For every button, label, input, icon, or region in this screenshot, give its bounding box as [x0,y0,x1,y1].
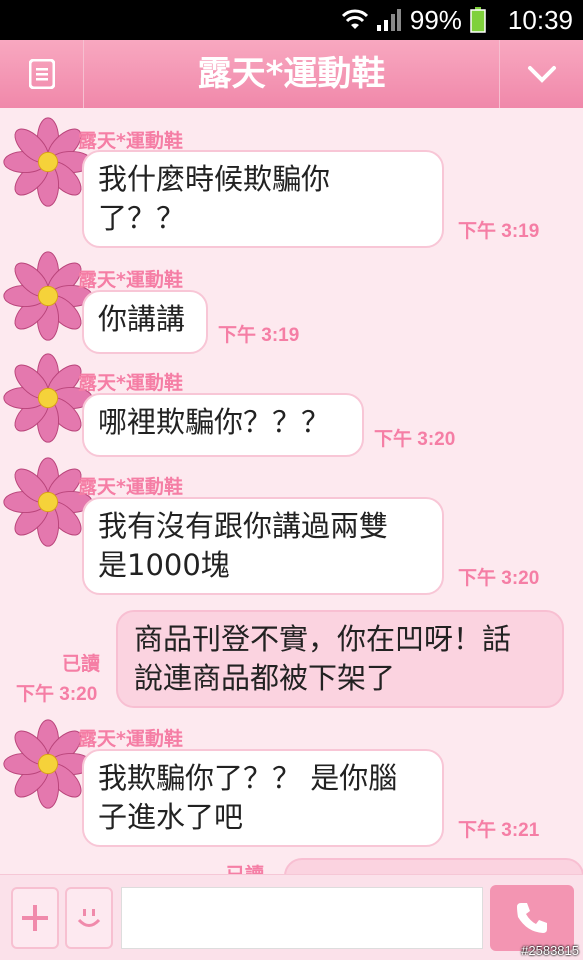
battery-percent: 99% [409,4,462,35]
chevron-down-icon [527,66,556,83]
message-bubble[interactable]: 我什麼時候欺騙你 了？？ [82,150,444,248]
sender-name: 露天*運動鞋 [78,269,183,291]
message-bubble[interactable]: 你講講 [82,290,208,354]
title-bar: 露天*運動鞋 [0,40,583,108]
plus-icon [22,905,48,931]
status-bar: 99% 10:39 [0,0,583,40]
sender-name: 露天*運動鞋 [78,372,183,394]
message-time: 下午 3:19 [218,325,300,346]
signal-icon [376,9,401,31]
chevron-down-button[interactable] [499,40,583,108]
sender-name: 露天*運動鞋 [78,728,183,750]
input-bar: #2583815 [0,874,583,960]
message-bubble[interactable]: 我欺騙你了？？ 是你腦 子進水了吧 [82,749,444,847]
watermark: #2583815 [521,943,579,958]
smiley-icon [77,909,101,927]
chat-area[interactable]: 露天*運動鞋 我什麼時候欺騙你 了？？ 下午 3:19 露天*運動鞋 你講講 下… [0,108,583,874]
message-time: 下午 3:20 [16,684,98,705]
read-receipt: 已讀 [226,860,264,874]
call-button[interactable] [490,885,574,951]
read-receipt: 已讀 [62,653,101,675]
menu-button[interactable] [0,40,84,108]
wifi-icon [341,9,368,29]
message-input[interactable] [121,887,483,949]
message-time: 下午 3:21 [458,820,540,841]
battery-icon [470,7,486,33]
message-time: 下午 3:19 [458,221,540,242]
add-button[interactable] [11,887,59,949]
sender-name: 露天*運動鞋 [78,476,183,498]
message-bubble[interactable]: 我有沒有跟你講過兩雙 是1000塊 [82,497,444,595]
clock: 10:39 [507,4,573,35]
chat-title: 露天*運動鞋 [197,54,386,94]
message-bubble[interactable]: 商品刊登不實，你在凹呀！話 說連商品都被下架了 [116,610,564,708]
menu-icon [28,59,55,89]
sender-name: 露天*運動鞋 [78,130,183,152]
message-time: 下午 3:20 [374,429,456,450]
message-time: 下午 3:20 [458,568,540,589]
phone-icon [517,903,547,933]
message-bubble[interactable]: 哪裡欺騙你？？？ [82,393,364,457]
emoji-button[interactable] [65,887,113,949]
